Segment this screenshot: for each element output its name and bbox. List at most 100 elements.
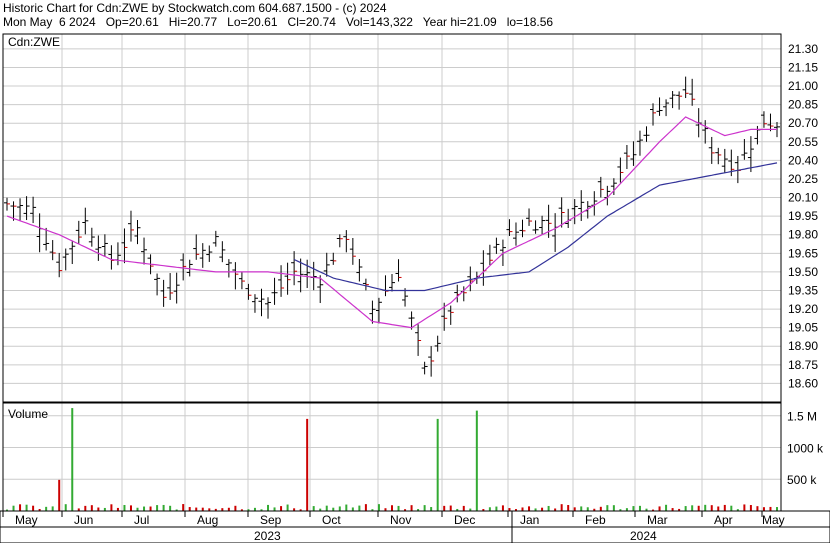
y-tick-label: 19.80 — [788, 228, 818, 242]
volume-bar — [495, 506, 498, 511]
volume-bar — [697, 505, 700, 511]
volume-bar — [443, 505, 446, 511]
month-label: Jul — [134, 513, 149, 527]
volume-bar — [143, 506, 146, 511]
y-tick-label: 20.55 — [788, 135, 818, 149]
volume-bar — [280, 506, 283, 511]
y-tick-label: 19.05 — [788, 321, 818, 335]
y-tick-label: 19.65 — [788, 246, 818, 260]
volume-bar — [776, 507, 778, 511]
volume-bar — [97, 507, 100, 511]
month-label: Apr — [714, 513, 733, 527]
y-tick-label: 21.15 — [788, 60, 818, 74]
volume-bar — [730, 505, 733, 511]
month-label: Sep — [260, 513, 282, 527]
month-label: May — [762, 513, 785, 527]
volume-bar — [325, 505, 328, 511]
month-label: Feb — [585, 513, 606, 527]
volume-panel-title: Volume — [8, 407, 48, 421]
y-tick-label: 19.35 — [788, 283, 818, 297]
volume-bar — [691, 505, 694, 511]
volume-bar — [423, 505, 426, 511]
volume-bar — [110, 504, 113, 511]
volume-bar — [397, 505, 400, 511]
volume-tick-label: 1000 k — [787, 441, 824, 455]
volume-bar — [547, 505, 550, 511]
month-label: Jun — [74, 513, 93, 527]
volume-bar — [162, 504, 165, 511]
y-tick-label: 20.25 — [788, 172, 818, 186]
volume-bar — [723, 504, 726, 511]
price-grid: 21.30 21.15 21.00 20.85 20.70 20.55 20.40 20.25… — [2, 34, 818, 517]
y-tick-label: 18.90 — [788, 339, 818, 353]
volume-bar — [430, 507, 433, 511]
volume-bar — [599, 506, 602, 511]
volume-bar — [156, 505, 159, 511]
volume-bar — [762, 507, 765, 511]
volume-bar — [51, 506, 54, 511]
volume-bar — [64, 504, 67, 511]
volume-bar — [684, 506, 687, 511]
stock-chart: 21.30 21.15 21.00 20.85 20.70 20.55 20.40 20.25… — [0, 33, 830, 543]
y-tick-label: 19.20 — [788, 302, 818, 316]
price-panel-title: Cdn:ZWE — [8, 35, 60, 49]
volume-bar — [188, 507, 191, 511]
volume-bar — [195, 507, 198, 511]
volume-bar — [306, 418, 309, 511]
volume-bar — [351, 507, 354, 511]
month-label: Nov — [390, 513, 411, 527]
y-tick-label: 20.40 — [788, 153, 818, 167]
y-tick-label: 19.50 — [788, 265, 818, 279]
volume-bar — [338, 506, 341, 511]
volume-bar — [638, 505, 641, 511]
volume-bar — [769, 506, 772, 511]
volume-bar — [475, 410, 478, 511]
volume-bar — [756, 506, 759, 511]
volume-bar — [84, 505, 87, 511]
volume-bar — [665, 504, 668, 511]
y-tick-label: 20.10 — [788, 191, 818, 205]
volume-bar — [391, 505, 393, 511]
volume-tick-label: 1.5 M — [787, 410, 817, 424]
volume-bar — [410, 505, 413, 511]
year-label: 2023 — [254, 529, 281, 543]
month-label: Mar — [647, 513, 668, 527]
volume-bar — [358, 505, 361, 511]
volume-bar — [123, 504, 126, 511]
volume-bar — [273, 507, 276, 511]
volume-bar — [129, 505, 132, 511]
volume-bar — [704, 504, 707, 511]
volume-bar — [612, 505, 615, 511]
price-bars — [4, 76, 780, 377]
month-label: May — [15, 513, 38, 527]
volume-bar — [462, 505, 465, 511]
volume-bar — [267, 504, 270, 511]
volume-bar — [182, 504, 185, 511]
volume-bar — [32, 505, 35, 511]
y-tick-label: 18.60 — [788, 376, 818, 390]
volume-tick-label: 500 k — [787, 473, 817, 487]
volume-bar — [436, 418, 439, 511]
volume-bar — [606, 505, 609, 511]
y-tick-label: 19.95 — [788, 209, 818, 223]
volume-bar — [234, 505, 237, 511]
volume-bar — [45, 506, 48, 511]
volume-bar — [449, 505, 452, 511]
volume-bar — [658, 506, 661, 511]
volume-grid: 1.5 M 1000 k 500 k — [3, 410, 824, 487]
volume-bar — [573, 507, 576, 511]
volume-bar — [717, 506, 720, 511]
volume-bar — [632, 506, 635, 511]
month-label: Aug — [197, 513, 218, 527]
volume-bar — [345, 504, 348, 511]
volume-bar — [312, 506, 315, 511]
volume-bar — [710, 505, 713, 511]
year-label: 2024 — [630, 529, 657, 543]
volume-bar — [521, 507, 524, 511]
volume-bar — [25, 504, 28, 511]
volume-bar — [528, 506, 531, 511]
volume-bar — [169, 505, 172, 511]
y-tick-label: 20.85 — [788, 98, 818, 112]
volume-bar — [560, 504, 563, 511]
volume-bar — [580, 506, 583, 511]
